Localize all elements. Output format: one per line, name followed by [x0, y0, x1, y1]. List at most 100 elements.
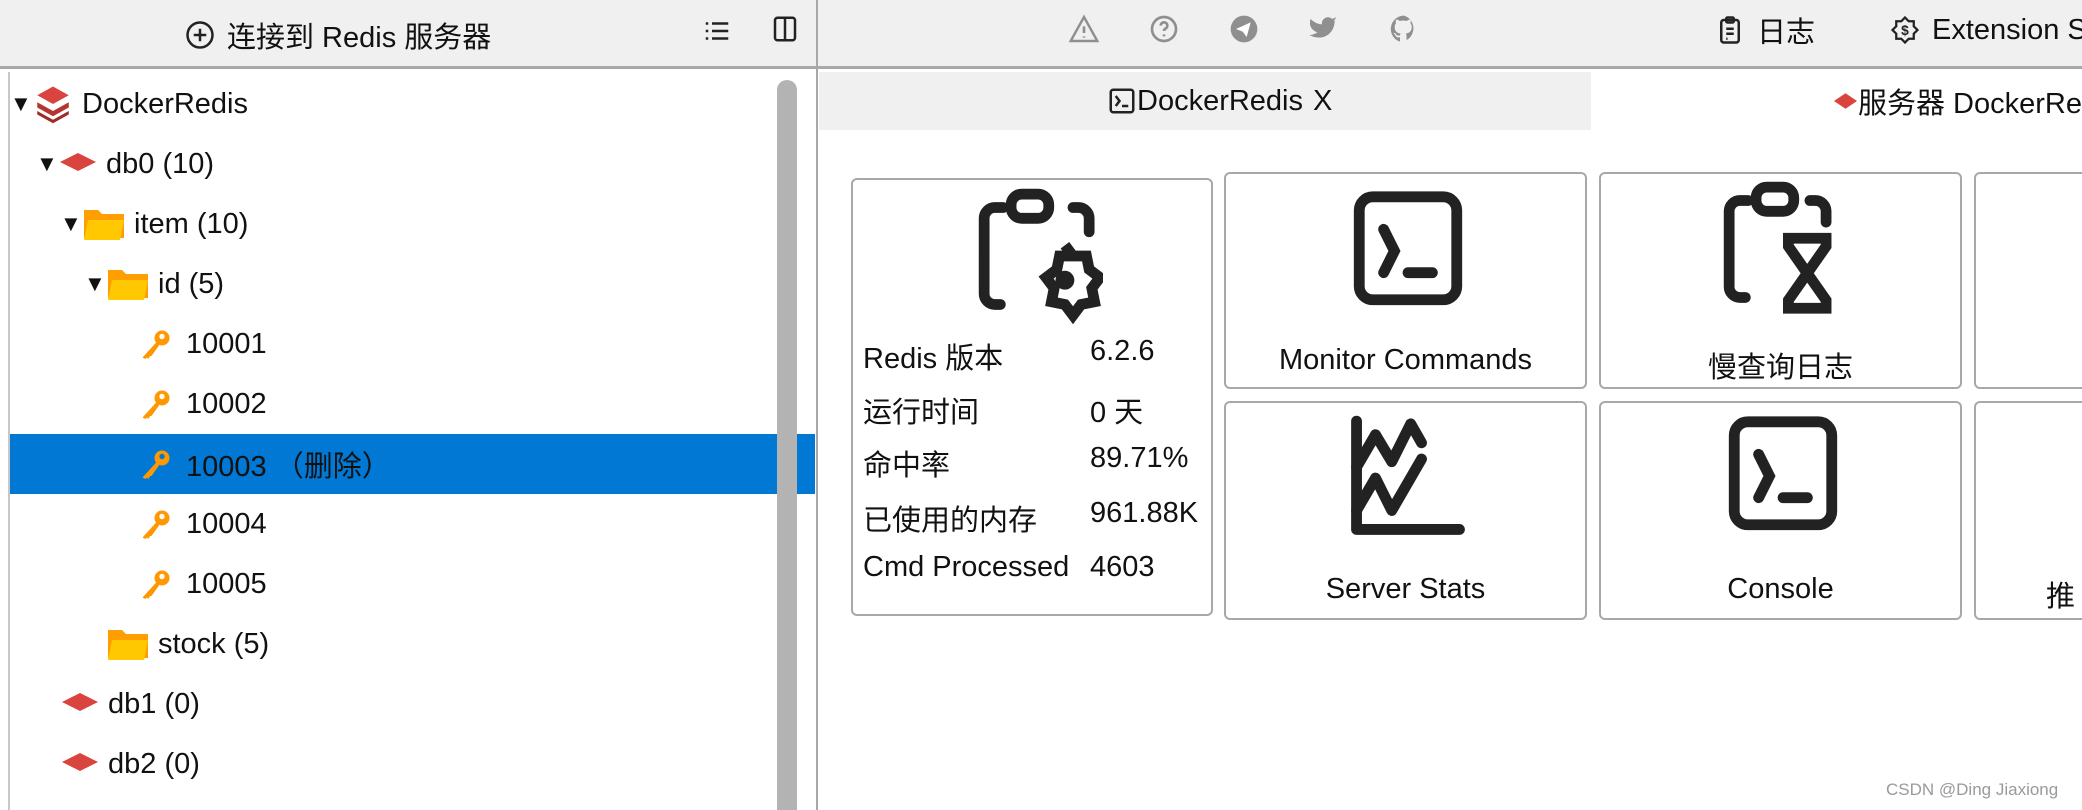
collapse-arrow-icon[interactable]: ▼ — [84, 271, 106, 297]
info-label: 运行时间 — [863, 397, 980, 429]
key-tree: ▼ DockerRedis ▼ db0 (10) ▼ item (10) ▼ i… — [8, 72, 816, 810]
collapse-arrow-icon[interactable]: ▼ — [60, 211, 82, 237]
tab-label: DockerRedis — [1137, 84, 1303, 117]
extension-button[interactable]: $ Extension S — [1890, 10, 2082, 50]
card-label: Console — [1727, 573, 1834, 605]
tree-server-node[interactable]: ▼ DockerRedis — [10, 74, 815, 134]
warning-icon[interactable] — [1068, 13, 1100, 45]
monitor-commands-card[interactable]: Monitor Commands — [1224, 172, 1587, 389]
info-value: 0 天 — [1090, 397, 1144, 429]
partial-card[interactable]: 推 — [1974, 401, 2082, 620]
info-label: Redis 版本 — [863, 343, 1004, 375]
info-value: 89.71% — [1090, 442, 1189, 474]
tree-label: db2 (0) — [108, 747, 200, 780]
info-row: 已使用的内存 961.88K — [863, 497, 1198, 539]
tree-db-node[interactable]: db1 (0) — [10, 674, 815, 734]
telegram-icon[interactable] — [1228, 13, 1260, 45]
redis-stack-icon — [37, 86, 69, 124]
terminal-icon — [1109, 88, 1135, 114]
tree-key-node[interactable]: 10001 — [10, 314, 815, 374]
card-label: 慢查询日志 — [1707, 352, 1853, 384]
dollar-badge-icon: $ — [1890, 15, 1920, 45]
tab-server-dockerredis[interactable]: 服务器 DockerRe — [1591, 72, 2082, 130]
redis-db-icon — [1833, 93, 1858, 109]
tree-label: item (10) — [134, 207, 249, 240]
tree-db-node[interactable]: ▼ db0 (10) — [10, 134, 815, 194]
info-label: 已使用的内存 — [863, 505, 1038, 537]
redis-db-icon — [62, 753, 98, 771]
info-value: 6.2.6 — [1090, 335, 1155, 367]
folder-icon — [108, 630, 148, 660]
info-row: 运行时间 0 天 — [863, 389, 1143, 431]
chart-line-icon — [1351, 415, 1465, 535]
twitter-icon[interactable] — [1308, 13, 1340, 45]
info-row: Redis 版本 6.2.6 — [863, 335, 1155, 377]
connect-label: 连接到 Redis 服务器 — [227, 21, 492, 54]
tree-label: db1 (0) — [108, 687, 200, 720]
tree-label: db0 (10) — [106, 147, 215, 180]
tree-folder-node[interactable]: stock (5) — [10, 614, 815, 674]
plus-circle-icon — [186, 20, 214, 49]
clipboard-list-icon — [1720, 16, 1740, 44]
key-icon — [142, 450, 170, 479]
partial-card[interactable] — [1974, 172, 2082, 389]
list-icon[interactable] — [702, 16, 732, 46]
terminal-icon — [1353, 191, 1463, 306]
tree-label: stock (5) — [158, 627, 270, 660]
tree-db-node[interactable]: db2 (0) — [10, 734, 815, 794]
github-icon[interactable] — [1388, 13, 1420, 45]
redis-db-icon — [62, 693, 98, 711]
card-label: Server Stats — [1325, 573, 1486, 605]
tree-label: 10002 — [186, 387, 267, 420]
terminal-icon — [1728, 416, 1838, 531]
svg-text:$: $ — [1901, 23, 1909, 38]
log-label: 日志 — [1757, 17, 1816, 49]
tree-label: 10005 — [186, 567, 267, 600]
clipboard-settings-icon — [978, 188, 1103, 325]
help-icon[interactable] — [1148, 13, 1180, 45]
connect-server-button[interactable]: 连接到 Redis 服务器 — [185, 12, 491, 57]
server-stats-card[interactable]: Server Stats — [1224, 401, 1587, 620]
pane-divider[interactable] — [816, 0, 818, 810]
tree-label: 10001 — [186, 327, 267, 360]
collapse-arrow-icon[interactable]: ▼ — [36, 151, 58, 177]
tree-key-node-selected[interactable]: 10003 （删除） — [10, 434, 815, 494]
tree-folder-node[interactable]: ▼ id (5) — [10, 254, 815, 314]
log-button[interactable]: 日志 — [1715, 10, 1815, 50]
split-view-icon[interactable] — [770, 14, 800, 44]
folder-icon — [84, 210, 124, 240]
info-value: 4603 — [1090, 551, 1155, 583]
info-value: 961.88K — [1090, 497, 1199, 529]
server-name: DockerRedis — [82, 87, 248, 120]
tab-close-button[interactable]: X — [1313, 85, 1332, 118]
collapse-arrow-icon[interactable]: ▼ — [10, 91, 32, 117]
tree-label: id (5) — [158, 267, 225, 300]
tree-label: 10004 — [186, 507, 267, 540]
info-row: 命中率 89.71% — [863, 442, 1188, 484]
tab-console-dockerredis[interactable]: DockerRedis X — [819, 72, 1591, 130]
card-label: Monitor Commands — [1278, 344, 1533, 376]
tab-label: 服务器 DockerRe — [1858, 88, 2082, 120]
folder-icon — [108, 270, 148, 300]
watermark: CSDN @Ding Jiaxiong — [1886, 780, 2059, 799]
tree-scrollbar[interactable] — [777, 80, 797, 810]
key-icon — [142, 510, 170, 539]
card-label: 推 — [2046, 581, 2076, 613]
info-label: Cmd Processed — [863, 551, 1070, 583]
console-card[interactable]: Console — [1599, 401, 1962, 620]
tree-key-node[interactable]: 10005 — [10, 554, 815, 614]
redis-db-icon — [60, 153, 96, 171]
slowlog-card[interactable]: 慢查询日志 — [1599, 172, 1962, 389]
server-info-card: Redis 版本 6.2.6 运行时间 0 天 命中率 89.71% 已使用的内存 96… — [851, 178, 1213, 616]
partial-icon — [2076, 184, 2082, 314]
tree-key-node[interactable]: 10004 — [10, 494, 815, 554]
key-icon — [142, 330, 170, 359]
tree-folder-node[interactable]: ▼ item (10) — [10, 194, 815, 254]
info-row: Cmd Processed 4603 — [863, 551, 1155, 584]
info-label: 命中率 — [863, 450, 951, 482]
clipboard-hourglass-icon — [1723, 181, 1832, 314]
tree-label: 10003 （删除） — [186, 451, 391, 483]
key-icon — [142, 390, 170, 419]
extension-label: Extension S — [1932, 13, 2082, 46]
tree-key-node[interactable]: 10002 — [10, 374, 815, 434]
